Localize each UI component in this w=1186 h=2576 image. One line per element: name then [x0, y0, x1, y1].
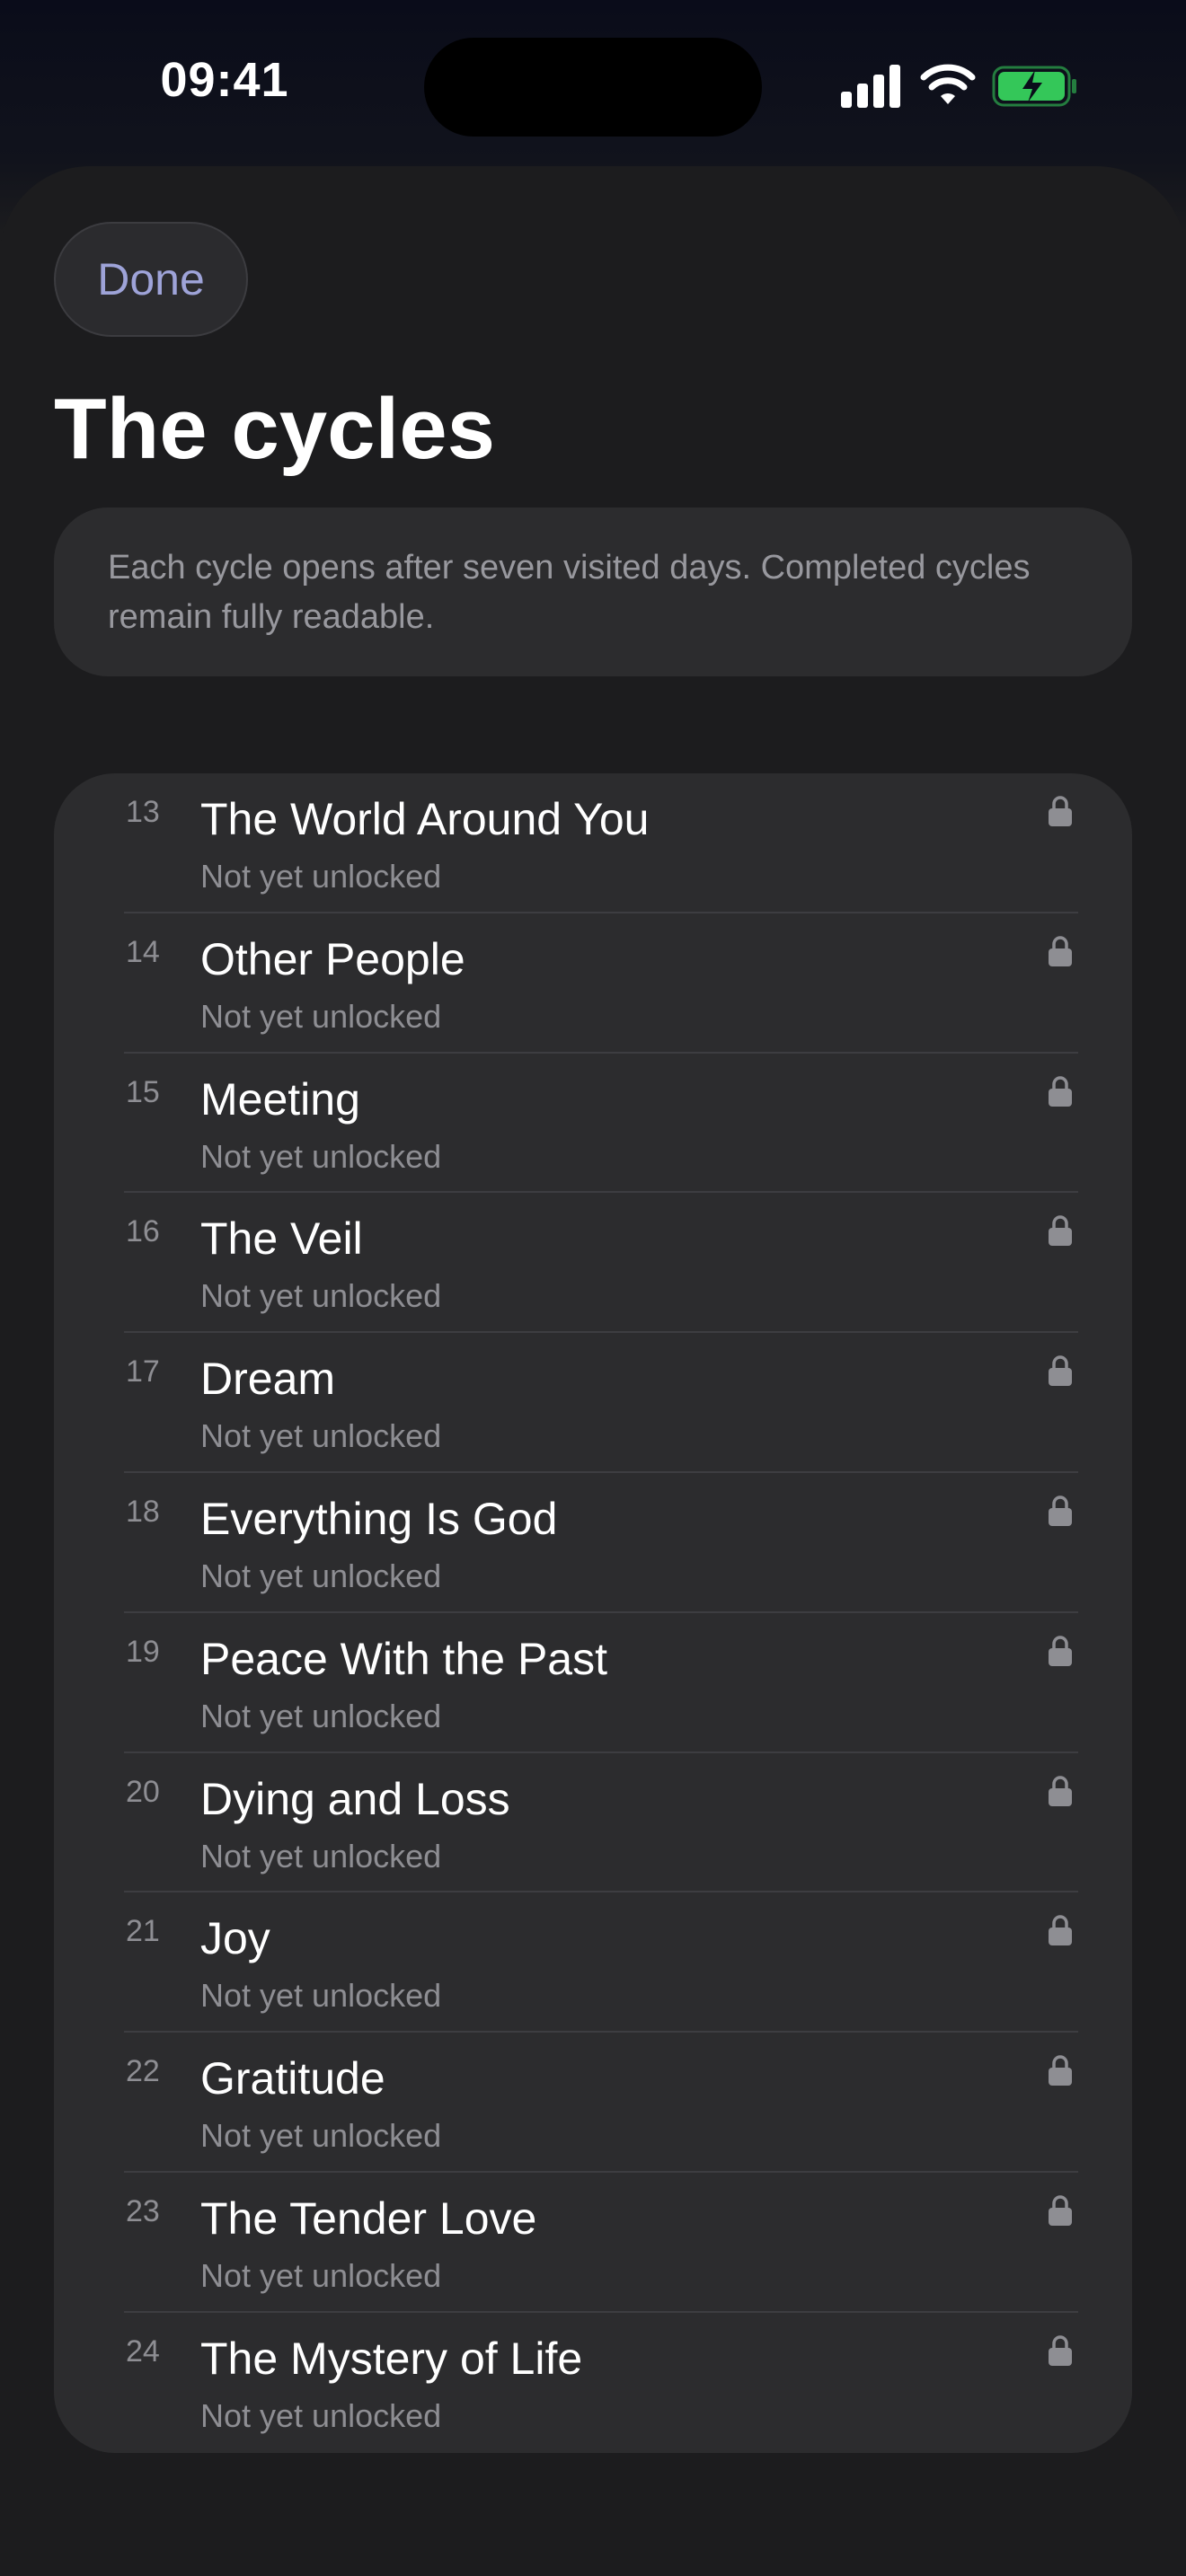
cycle-title: The Tender Love — [200, 2193, 537, 2244]
lock-icon — [1049, 936, 1072, 966]
cycle-title: Meeting — [200, 1073, 360, 1125]
lock-icon — [1049, 1636, 1072, 1666]
cycle-status: Not yet unlocked — [200, 997, 442, 1035]
cycle-row[interactable]: 14 Other People Not yet unlocked — [54, 913, 1132, 1054]
lock-icon — [1049, 1775, 1072, 1806]
cycle-status: Not yet unlocked — [200, 1977, 442, 2015]
cycle-number: 23 — [126, 2194, 160, 2228]
cycle-status: Not yet unlocked — [200, 2117, 442, 2155]
lock-icon — [1049, 1915, 1072, 1946]
cycles-screen: 09:41 Done The cycles Each cycle opens a… — [0, 0, 1186, 2576]
cycle-status: Not yet unlocked — [200, 1277, 442, 1315]
cycle-row[interactable]: 24 The Mystery of Life Not yet unlocked — [54, 2313, 1132, 2453]
cycle-title: Joy — [200, 1913, 270, 1964]
cycle-number: 19 — [126, 1634, 160, 1669]
cycle-status: Not yet unlocked — [200, 2257, 442, 2294]
battery-charging-icon — [992, 66, 1076, 107]
cycle-title: Dying and Loss — [200, 1773, 510, 1824]
lock-icon — [1049, 1215, 1072, 1247]
info-card: Each cycle opens after seven visited day… — [54, 507, 1132, 676]
cycle-status: Not yet unlocked — [200, 2396, 442, 2434]
cycle-status: Not yet unlocked — [200, 1837, 442, 1875]
cycle-title: Other People — [200, 933, 465, 984]
cycles-list: 13 The World Around You Not yet unlocked 14… — [54, 773, 1132, 2453]
cycle-row[interactable]: 18 Everything Is God Not yet unlocked — [54, 1473, 1132, 1613]
cycle-row[interactable]: 20 Dying and Loss Not yet unlocked — [54, 1753, 1132, 1893]
cycle-number: 20 — [126, 1774, 160, 1809]
cycle-title: Everything Is God — [200, 1494, 558, 1544]
cycle-status: Not yet unlocked — [200, 1417, 442, 1455]
cycle-status: Not yet unlocked — [200, 1697, 442, 1734]
cycle-title: Dream — [200, 1354, 336, 1405]
page-title: The cycles — [54, 381, 495, 477]
lock-icon — [1049, 2055, 1072, 2086]
status-time: 09:41 — [160, 53, 289, 107]
cycle-number: 17 — [126, 1354, 160, 1389]
lock-icon — [1049, 1075, 1072, 1107]
lock-icon — [1049, 796, 1072, 826]
cycle-title: The World Around You — [200, 794, 650, 844]
dynamic-island — [424, 38, 762, 137]
cycle-row[interactable]: 23 The Tender Love Not yet unlocked — [54, 2173, 1132, 2313]
cycle-number: 14 — [126, 934, 160, 969]
info-text: Each cycle opens after seven visited day… — [108, 549, 1031, 636]
cycle-title: The Mystery of Life — [200, 2333, 583, 2384]
done-button[interactable]: Done — [54, 222, 248, 337]
cycle-row[interactable]: 21 Joy Not yet unlocked — [54, 1892, 1132, 2033]
cycle-row[interactable]: 17 Dream Not yet unlocked — [54, 1333, 1132, 1473]
cycle-number: 15 — [126, 1074, 160, 1109]
lock-icon — [1049, 2335, 1072, 2366]
cycle-number: 21 — [126, 1914, 160, 1949]
cycle-status: Not yet unlocked — [200, 1137, 442, 1175]
lock-icon — [1049, 1495, 1072, 1526]
cycle-title: The Veil — [200, 1213, 363, 1265]
cellular-signal-icon — [841, 65, 900, 108]
status-bar: 09:41 — [0, 0, 1186, 162]
cycle-row[interactable]: 16 The Veil Not yet unlocked — [54, 1193, 1132, 1334]
cycle-number: 24 — [126, 2333, 160, 2369]
cycle-status: Not yet unlocked — [200, 1557, 442, 1594]
cycle-number: 13 — [126, 795, 160, 829]
cycle-row[interactable]: 22 Gratitude Not yet unlocked — [54, 2033, 1132, 2173]
cycle-title: Gratitude — [200, 2053, 385, 2104]
cycles-sheet: Done The cycles Each cycle opens after s… — [0, 166, 1186, 2576]
lock-icon — [1049, 2195, 1072, 2226]
cycle-number: 18 — [126, 1495, 160, 1529]
cycle-title: Peace With the Past — [200, 1633, 608, 1684]
cycle-row[interactable]: 19 Peace With the Past Not yet unlocked — [54, 1613, 1132, 1753]
cycle-number: 16 — [126, 1214, 160, 1249]
wifi-icon — [920, 64, 976, 104]
cycle-row[interactable]: 13 The World Around You Not yet unlocked — [54, 773, 1132, 913]
lock-icon — [1049, 1355, 1072, 1387]
cycle-number: 22 — [126, 2054, 160, 2089]
cycle-row[interactable]: 15 Meeting Not yet unlocked — [54, 1054, 1132, 1194]
cycle-status: Not yet unlocked — [200, 858, 442, 895]
